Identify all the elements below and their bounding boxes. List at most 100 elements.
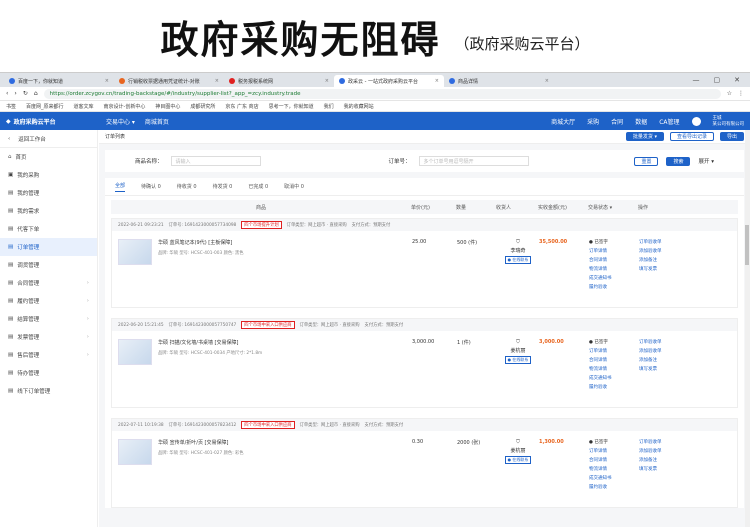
product-image[interactable] bbox=[118, 439, 152, 465]
status-link[interactable]: 物流详情 bbox=[589, 266, 639, 272]
menu-mall-home[interactable]: 商城首页 bbox=[145, 117, 169, 126]
status-link[interactable]: 物流详情 bbox=[589, 366, 639, 372]
maximize-icon[interactable]: ▢ bbox=[714, 76, 721, 84]
sidebar-item-todo[interactable]: ▤ 待办管理 bbox=[0, 364, 97, 382]
browser-tab[interactable]: 百度一下，你就知道 × bbox=[4, 75, 114, 87]
bookmark-item[interactable]: 我们 bbox=[324, 103, 334, 110]
product-name-input[interactable]: 请输入 bbox=[170, 156, 261, 166]
order-action-link[interactable]: 订单验收单 bbox=[639, 339, 694, 345]
order-no-input[interactable]: 多个订单号用逗号隔开 bbox=[418, 156, 529, 166]
home-icon[interactable]: ⌂ bbox=[34, 90, 38, 97]
sidebar-item-contract[interactable]: ▤ 合同管理 › bbox=[0, 274, 97, 292]
order-action-link[interactable]: 添加备注 bbox=[639, 357, 694, 363]
status-link[interactable]: 合同详情 bbox=[589, 257, 639, 263]
app-logo[interactable]: ◆ 政府采购云平台 bbox=[6, 117, 96, 126]
tab-all[interactable]: 全部 bbox=[115, 182, 126, 192]
browser-tab-active[interactable]: 政采云 - 一站式政府采购云平台 × bbox=[334, 75, 444, 87]
topbar-link[interactable]: CA管理 bbox=[659, 117, 679, 126]
bookmark-item[interactable]: 我的收藏网站 bbox=[344, 103, 374, 110]
reset-button[interactable]: 重置 bbox=[634, 156, 659, 166]
order-action-link[interactable]: 填写发票 bbox=[639, 266, 694, 272]
status-link[interactable]: 履约验收 bbox=[589, 384, 639, 390]
scrollbar-thumb[interactable] bbox=[745, 225, 749, 265]
tab-cancelling[interactable]: 取消中 0 bbox=[284, 183, 304, 190]
sidebar-item-invoice[interactable]: ▤ 发票管理 › bbox=[0, 328, 97, 346]
product-image[interactable] bbox=[118, 239, 152, 265]
close-icon[interactable]: × bbox=[325, 78, 329, 84]
sidebar-item-aftersale[interactable]: ▤ 售后管理 › bbox=[0, 346, 97, 364]
url-input[interactable]: https://order.zcygov.cn/trading-backstag… bbox=[43, 88, 721, 99]
search-button[interactable]: 搜索 bbox=[666, 156, 691, 166]
order-action-link[interactable]: 添加验收单 bbox=[639, 348, 694, 354]
order-action-link[interactable]: 订单验收单 bbox=[639, 239, 694, 245]
sidebar-item-manage[interactable]: ▤ 我的管理 bbox=[0, 184, 97, 202]
contact-button[interactable]: ● 在线联系 bbox=[504, 356, 532, 364]
extensions-icon[interactable]: ⋮ bbox=[738, 90, 744, 97]
product-image[interactable] bbox=[118, 339, 152, 365]
topbar-link[interactable]: 合同 bbox=[611, 117, 623, 126]
col-status[interactable]: 交易状态 ▾ bbox=[588, 204, 638, 211]
status-link[interactable]: 成交通知书 bbox=[589, 275, 639, 281]
bookmark-item[interactable]: 书签 bbox=[6, 103, 16, 110]
bookmark-item[interactable]: 神目图中心 bbox=[155, 103, 180, 110]
close-icon[interactable]: × bbox=[435, 78, 439, 84]
tab-pending-confirm[interactable]: 待确认 0 bbox=[141, 183, 161, 190]
sidebar-item-offline[interactable]: ▤ 线下订单管理 bbox=[0, 382, 97, 400]
bookmark-item[interactable]: 京东 广东 商店 bbox=[225, 103, 258, 110]
menu-trade-center[interactable]: 交易中心 ▾ bbox=[106, 117, 135, 126]
close-icon[interactable]: × bbox=[545, 78, 549, 84]
bookmark-item[interactable]: 百度网_原来都行 bbox=[26, 103, 64, 110]
topbar-link[interactable]: 商城大厅 bbox=[551, 117, 575, 126]
product-name[interactable]: 华硕 扫描/文化墙/书桌墙 [交易保障] bbox=[158, 339, 412, 346]
status-link[interactable]: 成交通知书 bbox=[589, 375, 639, 381]
reload-icon[interactable]: ↻ bbox=[23, 90, 28, 97]
export-button[interactable]: 导出 bbox=[719, 132, 744, 141]
sidebar-item-home[interactable]: ⌂ 首页 bbox=[0, 148, 97, 166]
star-icon[interactable]: ☆ bbox=[727, 90, 732, 97]
status-link[interactable]: 物流详情 bbox=[589, 466, 639, 472]
status-link[interactable]: 履约验收 bbox=[589, 284, 639, 290]
status-link[interactable]: 订单详情 bbox=[589, 248, 639, 254]
order-action-link[interactable]: 填写发票 bbox=[639, 466, 694, 472]
expand-toggle[interactable]: 展开 ▾ bbox=[698, 157, 714, 165]
forward-icon[interactable]: › bbox=[14, 90, 16, 97]
tab-pending-ship[interactable]: 待发货 0 bbox=[213, 183, 233, 190]
export-record-button[interactable]: 查看导出记录 bbox=[669, 132, 714, 141]
sidebar-item-proxy-order[interactable]: ▤ 代客下单 bbox=[0, 220, 97, 238]
tab-completed[interactable]: 已完成 0 bbox=[248, 183, 268, 190]
bookmark-item[interactable]: 道客文库 bbox=[74, 103, 94, 110]
order-action-link[interactable]: 添加验收单 bbox=[639, 248, 694, 254]
tab-pending-receive[interactable]: 待收货 0 bbox=[177, 183, 197, 190]
order-action-link[interactable]: 填写发票 bbox=[639, 366, 694, 372]
contact-button[interactable]: ● 在线联系 bbox=[504, 456, 532, 464]
sidebar-item-transfer[interactable]: ▤ 调货管理 bbox=[0, 256, 97, 274]
close-icon[interactable]: × bbox=[105, 78, 109, 84]
order-action-link[interactable]: 添加备注 bbox=[639, 457, 694, 463]
sidebar-item-demand[interactable]: ▤ 我的需求 bbox=[0, 202, 97, 220]
sidebar-item-orders[interactable]: ▤ 订单管理 bbox=[0, 238, 97, 256]
sidebar-item-settlement[interactable]: ▤ 结算管理 › bbox=[0, 310, 97, 328]
topbar-link[interactable]: 数据 bbox=[635, 117, 647, 126]
minimize-icon[interactable]: — bbox=[693, 76, 700, 84]
close-window-icon[interactable]: ✕ bbox=[734, 76, 740, 84]
scrollbar[interactable] bbox=[745, 130, 750, 527]
browser-tab[interactable]: 商品详情 × bbox=[444, 75, 554, 87]
browser-tab[interactable]: 税务报税系统网 × bbox=[224, 75, 334, 87]
status-link[interactable]: 合同详情 bbox=[589, 457, 639, 463]
sidebar-item-performance[interactable]: ▤ 履约管理 › bbox=[0, 292, 97, 310]
status-link[interactable]: 订单详情 bbox=[589, 348, 639, 354]
status-link[interactable]: 订单详情 bbox=[589, 448, 639, 454]
batch-ship-button[interactable]: 批量发货 ▾ bbox=[625, 132, 664, 141]
back-to-workbench[interactable]: ‹ 返回工作台 bbox=[0, 130, 97, 148]
back-icon[interactable]: ‹ bbox=[6, 90, 8, 97]
product-name[interactable]: 华硕 宣传单/折叶/页 [交易保障] bbox=[158, 439, 412, 446]
order-action-link[interactable]: 添加备注 bbox=[639, 257, 694, 263]
status-link[interactable]: 履约验收 bbox=[589, 484, 639, 490]
sidebar-item-purchase[interactable]: ▣ 我的采购 bbox=[0, 166, 97, 184]
avatar[interactable] bbox=[691, 116, 701, 126]
bookmark-item[interactable]: 思考一下，你就知道 bbox=[269, 103, 314, 110]
topbar-link[interactable]: 采购 bbox=[587, 117, 599, 126]
bookmark-item[interactable]: 南京设计-创新中心 bbox=[104, 103, 146, 110]
browser-tab[interactable]: 行销税收票据通用凭证统计-对账 × bbox=[114, 75, 224, 87]
status-link[interactable]: 成交通知书 bbox=[589, 475, 639, 481]
